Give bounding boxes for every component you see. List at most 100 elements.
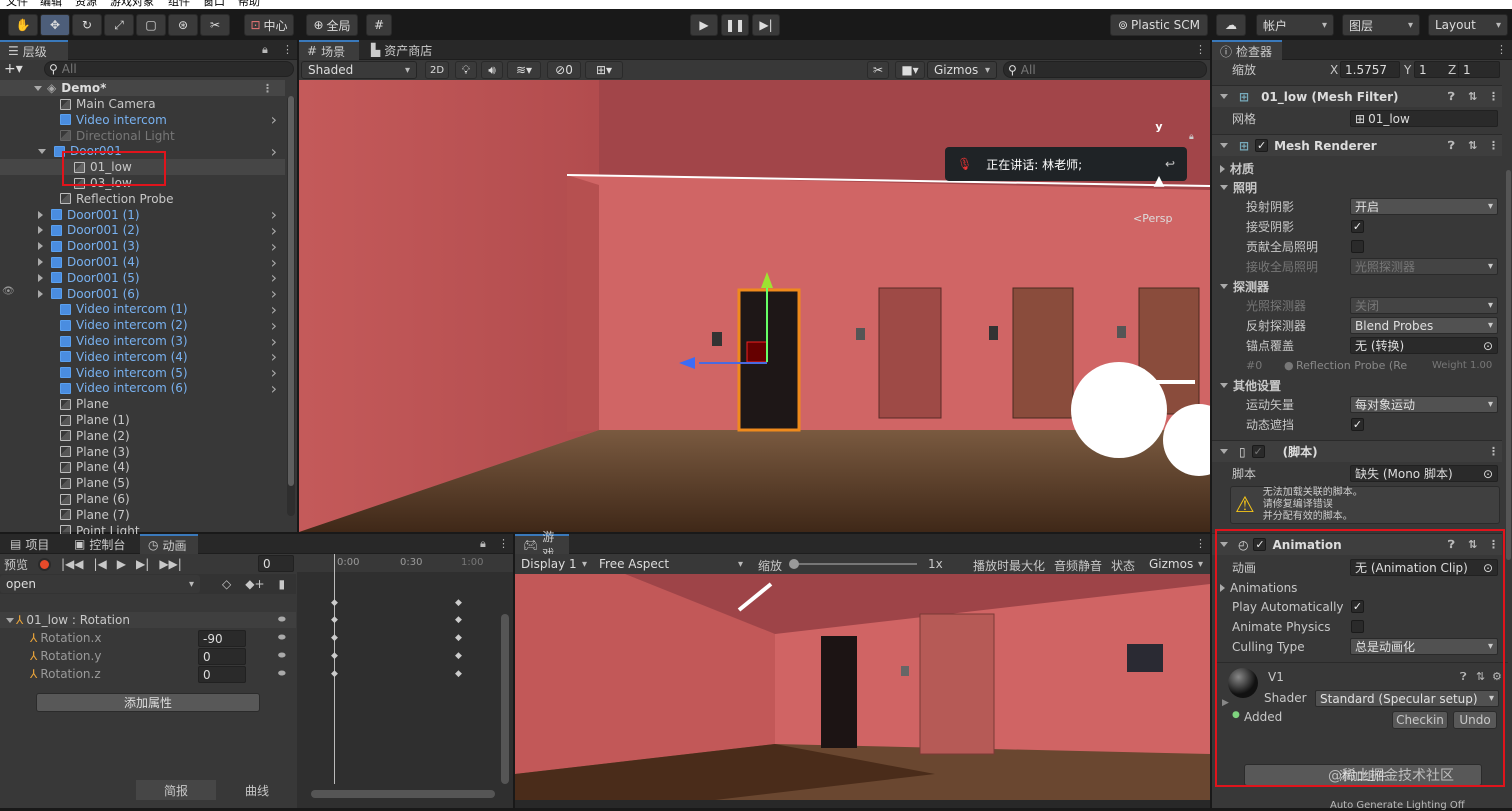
anchor-override-field[interactable]: 无 (转换) ⊙ — [1350, 337, 1498, 354]
lock-icon[interactable]: 🔒︎ — [480, 537, 486, 551]
play-anim-icon[interactable]: ▶ — [117, 557, 126, 571]
dynamic-occlusion-checkbox[interactable]: ✓ — [1351, 418, 1364, 431]
help-icon[interactable]: ❓︎ — [1448, 90, 1455, 104]
scale-z-input[interactable]: 1 — [1458, 61, 1500, 78]
frame-input[interactable]: 0 — [258, 555, 294, 572]
hierarchy-scrollbar[interactable] — [287, 96, 295, 516]
script-field[interactable]: 缺失 (Mono 脚本) ⊙ — [1350, 465, 1498, 482]
prefab-open-arrow-icon[interactable]: › — [271, 110, 277, 129]
hierarchy-item[interactable]: Plane (4) — [0, 459, 285, 475]
keyframe-diamond[interactable]: ◆ — [455, 651, 462, 661]
transform-tool-icon[interactable]: ⊛ — [168, 14, 198, 36]
more-menu-icon[interactable]: ⋮ — [1195, 537, 1206, 550]
lock-icon[interactable]: 🔒︎ — [262, 43, 268, 57]
prev-key-icon[interactable]: |◀ — [94, 557, 107, 571]
hierarchy-item[interactable]: Plane — [0, 396, 285, 412]
tab-asset-store[interactable]: ▙ 资产商店 — [363, 40, 443, 60]
preset-icon[interactable]: ⇅ — [1468, 90, 1477, 103]
menu-help[interactable]: 帮助 — [238, 0, 260, 9]
scene-search-input[interactable]: ⚲ All — [1003, 61, 1207, 78]
game-viewport[interactable] — [515, 574, 1210, 800]
visibility-eye-icon[interactable]: 👁︎ — [2, 286, 15, 297]
fold-arrow-icon[interactable] — [6, 617, 14, 623]
component-menu-icon[interactable]: ⋮ — [1488, 139, 1499, 152]
scale-x-input[interactable]: 1.5757 — [1340, 61, 1400, 78]
hierarchy-item[interactable]: Plane (5) — [0, 475, 285, 491]
fold-arrow-icon[interactable] — [38, 258, 43, 266]
missing-script-header[interactable]: ▯ ✓ (脚本) ⋮ — [1212, 440, 1502, 462]
maximize-on-play-toggle[interactable]: 播放时最大化 — [973, 557, 1045, 574]
mesh-filter-header[interactable]: ⊞ 01_low (Mesh Filter) ❓︎ ⇅ ⋮ — [1212, 85, 1502, 107]
anim-property-value-input[interactable]: -90 — [198, 630, 246, 647]
script-enabled-checkbox[interactable]: ✓ — [1251, 445, 1265, 458]
preset-icon[interactable]: ⇅ — [1468, 139, 1477, 152]
scene-gizmo[interactable]: y ▲ — [1139, 120, 1179, 200]
audio-toggle-icon[interactable]: 🔊︎ — [481, 61, 503, 79]
record-button[interactable] — [38, 557, 52, 571]
hidden-objects-toggle[interactable]: ⊘ 0 — [547, 61, 581, 79]
timeline-vscroll[interactable] — [501, 614, 509, 784]
hierarchy-item[interactable]: Plane (7) — [0, 507, 285, 523]
hierarchy-item[interactable]: Video intercom (4) › — [0, 347, 285, 366]
persp-label[interactable]: <Persp — [1133, 212, 1172, 225]
layout-dropdown[interactable]: Layout — [1428, 14, 1508, 36]
hierarchy-item[interactable]: Reflection Probe — [0, 191, 285, 207]
aspect-dropdown[interactable]: Free Aspect — [593, 555, 749, 573]
keyframe-diamond[interactable]: ◆ — [331, 633, 338, 643]
game-gizmos-dropdown[interactable]: Gizmos — [1143, 555, 1209, 573]
mesh-field[interactable]: ⊞ 01_low — [1350, 110, 1498, 127]
keyframe-diamond[interactable]: ◆ — [331, 669, 338, 679]
add-event-icon[interactable]: ◆+ — [245, 577, 264, 591]
fold-arrow-icon[interactable] — [38, 226, 43, 235]
fold-arrow-icon[interactable] — [38, 242, 43, 251]
camera-dropdown-icon[interactable]: ■▾ — [895, 61, 925, 79]
shading-mode-dropdown[interactable]: Shaded — [301, 61, 417, 79]
object-picker-icon[interactable]: ⊙ — [1483, 339, 1493, 353]
more-menu-icon[interactable]: ⋮ — [282, 43, 293, 56]
custom-tool-icon[interactable]: ✂ — [200, 14, 230, 36]
lighting-toggle-icon[interactable]: 💡︎ — [455, 61, 477, 79]
hierarchy-item[interactable]: Door001 (6) › — [0, 284, 285, 303]
timeline-area[interactable]: 0:00 0:30 1:00 ◆ ◆ ◆ ◆ ◆ ◆ ◆ ◆ ◆ ◆ — [297, 554, 513, 808]
menu-edit[interactable]: 编辑 — [40, 0, 62, 9]
event-marker-icon[interactable]: ▮ — [279, 577, 286, 591]
hierarchy-search-input[interactable]: ⚲ All — [44, 61, 294, 77]
keyframe-diamond[interactable]: ◆ — [455, 598, 462, 608]
more-menu-icon[interactable]: ⋮ — [1195, 43, 1206, 56]
display-dropdown[interactable]: Display 1 — [515, 555, 593, 573]
gizmos-dropdown[interactable]: Gizmos — [927, 61, 997, 79]
hierarchy-item[interactable]: Door001 (2) › — [0, 221, 285, 240]
hierarchy-item[interactable]: Plane (3) — [0, 444, 285, 460]
inspector-scrollbar[interactable] — [1506, 170, 1511, 560]
component-menu-icon[interactable]: ⋮ — [1488, 90, 1499, 103]
hierarchy-item[interactable]: Door001 (4) › — [0, 253, 285, 272]
cloud-icon[interactable]: ☁ — [1216, 14, 1246, 36]
move-tool-icon[interactable]: ✥ — [40, 14, 70, 36]
curves-tab[interactable]: 曲线 — [218, 780, 296, 800]
more-menu-icon[interactable]: ⋮ — [1496, 43, 1507, 56]
tab-inspector[interactable]: ⓘ 检查器 — [1212, 40, 1282, 60]
hierarchy-item[interactable]: Video intercom (2) › — [0, 316, 285, 335]
anim-property-row[interactable]: ⅄ Rotation.z 0 ⬬ — [0, 666, 296, 683]
keyframe-diamond[interactable]: ◆ — [331, 598, 338, 608]
fold-arrow-icon[interactable] — [1220, 143, 1228, 148]
hierarchy-item[interactable]: Door001 (3) › — [0, 237, 285, 256]
timeline-hscroll[interactable] — [311, 790, 495, 798]
space-toggle[interactable]: ⊕ 全局 — [306, 14, 358, 36]
stats-toggle[interactable]: 状态 — [1111, 557, 1135, 574]
tools-icon[interactable]: ✂ — [867, 61, 889, 79]
expand-arrow-icon[interactable] — [34, 85, 42, 91]
anim-property-row[interactable]: ⅄ Rotation.x -90 ⬬ — [0, 630, 296, 647]
menu-file[interactable]: 文件 — [6, 0, 28, 9]
hierarchy-item[interactable]: Plane (6) — [0, 491, 285, 507]
materials-foldout[interactable]: 材质 — [1212, 159, 1502, 178]
more-menu-icon[interactable]: ⋮ — [498, 537, 509, 550]
hierarchy-item[interactable]: Plane (2) — [0, 428, 285, 444]
contribute-gi-checkbox[interactable] — [1351, 240, 1364, 253]
menu-assets[interactable]: 资源 — [75, 0, 97, 9]
hierarchy-item[interactable]: Video intercom (6) › — [0, 379, 285, 398]
next-key-icon[interactable]: ▶| — [136, 557, 149, 571]
reflection-probes-dropdown[interactable]: Blend Probes — [1350, 317, 1498, 334]
property-options-icon[interactable]: ⬬ — [278, 669, 286, 679]
2d-toggle[interactable]: 2D — [425, 61, 449, 79]
